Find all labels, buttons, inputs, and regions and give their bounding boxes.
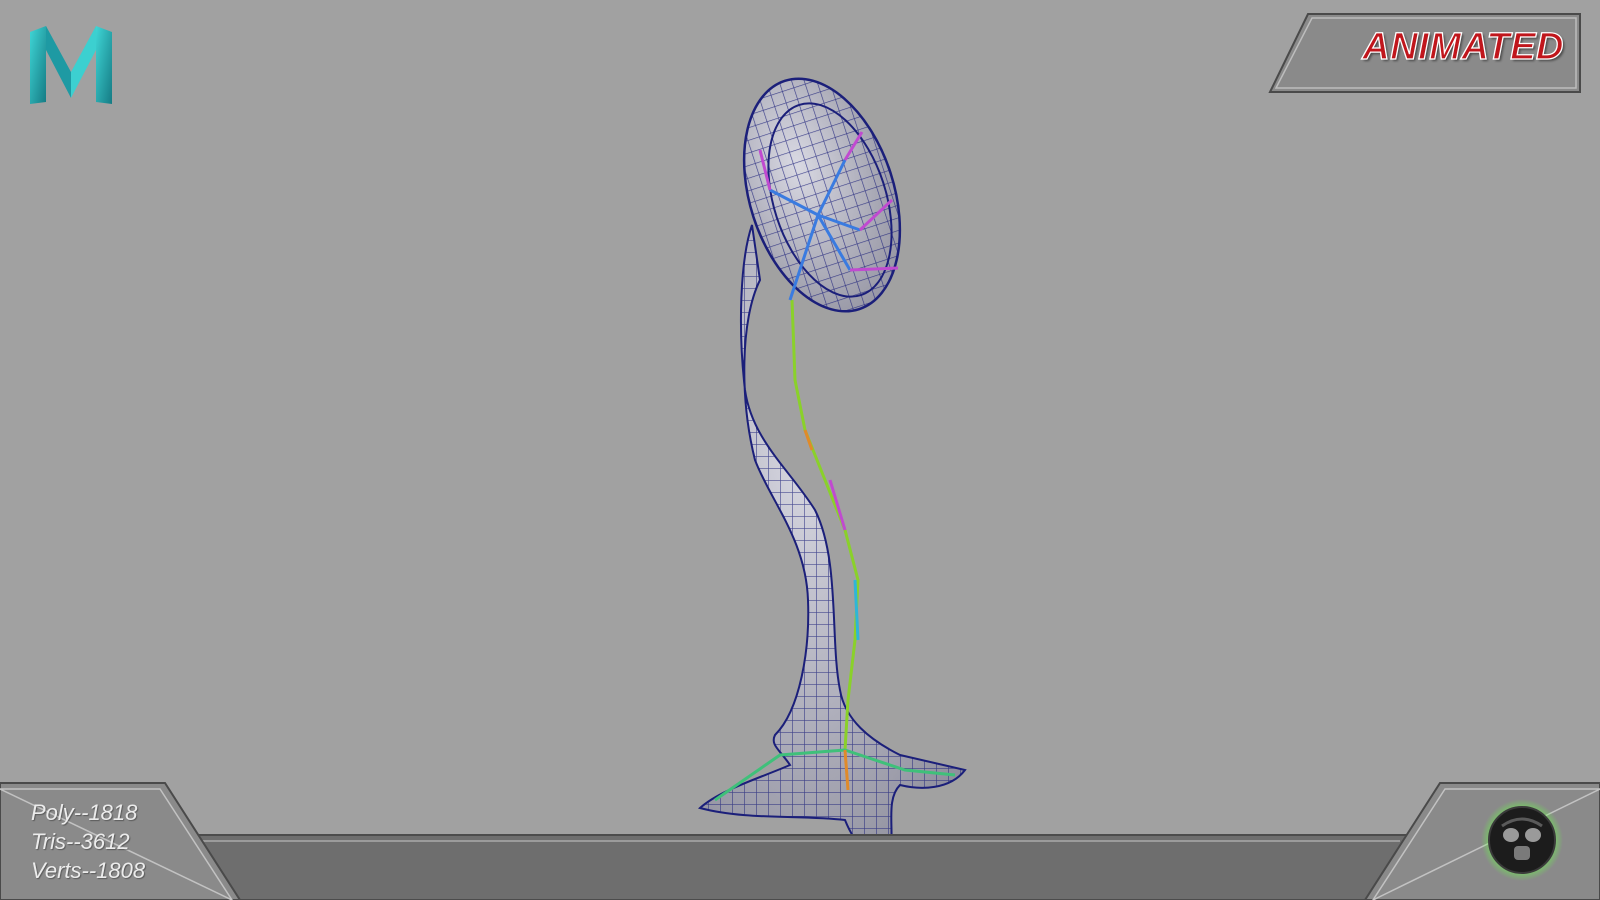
wireframe-model[interactable]: [0, 0, 1600, 900]
bottom-bar-frame: [0, 782, 1600, 900]
verts-count: Verts--1808: [31, 858, 146, 883]
gas-mask-logo-icon: [1481, 799, 1563, 881]
poly-count: Poly--1818: [31, 800, 138, 825]
tris-count: Tris--3612: [31, 829, 130, 854]
mesh-stats: Poly--1818 Tris--3612 Verts--1808: [31, 798, 145, 885]
